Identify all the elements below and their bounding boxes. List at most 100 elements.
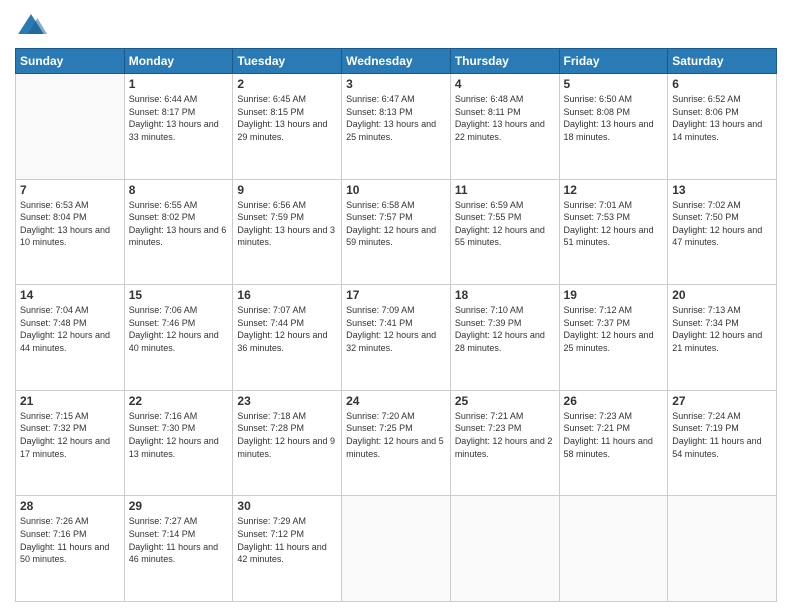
day-number: 18 (455, 288, 555, 302)
day-number: 11 (455, 183, 555, 197)
weekday-header-row: SundayMondayTuesdayWednesdayThursdayFrid… (16, 49, 777, 74)
calendar-cell: 24 Sunrise: 7:20 AMSunset: 7:25 PMDayligh… (342, 390, 451, 496)
day-number: 27 (672, 394, 772, 408)
day-info: Sunrise: 6:50 AMSunset: 8:08 PMDaylight:… (564, 93, 664, 143)
day-info: Sunrise: 6:44 AMSunset: 8:17 PMDaylight:… (129, 93, 229, 143)
day-info: Sunrise: 6:56 AMSunset: 7:59 PMDaylight:… (237, 199, 337, 249)
day-number: 14 (20, 288, 120, 302)
day-info: Sunrise: 7:13 AMSunset: 7:34 PMDaylight:… (672, 304, 772, 354)
day-number: 15 (129, 288, 229, 302)
day-number: 17 (346, 288, 446, 302)
day-number: 19 (564, 288, 664, 302)
weekday-header-saturday: Saturday (668, 49, 777, 74)
day-info: Sunrise: 6:52 AMSunset: 8:06 PMDaylight:… (672, 93, 772, 143)
day-info: Sunrise: 7:27 AMSunset: 7:14 PMDaylight:… (129, 515, 229, 565)
header (15, 10, 777, 42)
day-number: 13 (672, 183, 772, 197)
day-info: Sunrise: 7:02 AMSunset: 7:50 PMDaylight:… (672, 199, 772, 249)
day-number: 24 (346, 394, 446, 408)
calendar-cell: 26Sunrise: 7:23 AMSunset: 7:21 PMDayligh… (559, 390, 668, 496)
calendar-cell: 18 Sunrise: 7:10 AMSunset: 7:39 PMDayligh… (450, 285, 559, 391)
week-row-3: 21 Sunrise: 7:15 AMSunset: 7:32 PMDayligh… (16, 390, 777, 496)
day-number: 28 (20, 499, 120, 513)
day-number: 16 (237, 288, 337, 302)
week-row-4: 28 Sunrise: 7:26 AMSunset: 7:16 PMDayligh… (16, 496, 777, 602)
weekday-header-sunday: Sunday (16, 49, 125, 74)
day-info: Sunrise: 7:04 AMSunset: 7:48 PMDaylight:… (20, 304, 120, 354)
calendar-cell: 28 Sunrise: 7:26 AMSunset: 7:16 PMDayligh… (16, 496, 125, 602)
day-number: 29 (129, 499, 229, 513)
day-info: Sunrise: 7:01 AMSunset: 7:53 PMDaylight:… (564, 199, 664, 249)
weekday-header-wednesday: Wednesday (342, 49, 451, 74)
calendar-cell: 2 Sunrise: 6:45 AMSunset: 8:15 PMDaylight… (233, 74, 342, 180)
day-info: Sunrise: 7:24 AMSunset: 7:19 PMDaylight:… (672, 410, 772, 460)
calendar-cell (342, 496, 451, 602)
calendar-cell: 16Sunrise: 7:07 AMSunset: 7:44 PMDayligh… (233, 285, 342, 391)
calendar-cell: 25Sunrise: 7:21 AMSunset: 7:23 PMDayligh… (450, 390, 559, 496)
day-info: Sunrise: 6:45 AMSunset: 8:15 PMDaylight:… (237, 93, 337, 143)
day-number: 22 (129, 394, 229, 408)
day-info: Sunrise: 7:10 AMSunset: 7:39 PMDaylight:… (455, 304, 555, 354)
day-number: 30 (237, 499, 337, 513)
day-number: 2 (237, 77, 337, 91)
calendar-cell: 14 Sunrise: 7:04 AMSunset: 7:48 PMDayligh… (16, 285, 125, 391)
calendar-cell: 20 Sunrise: 7:13 AMSunset: 7:34 PMDayligh… (668, 285, 777, 391)
calendar-cell: 30Sunrise: 7:29 AMSunset: 7:12 PMDayligh… (233, 496, 342, 602)
day-info: Sunrise: 7:16 AMSunset: 7:30 PMDaylight:… (129, 410, 229, 460)
logo-icon (15, 10, 47, 42)
week-row-0: 1 Sunrise: 6:44 AMSunset: 8:17 PMDaylight… (16, 74, 777, 180)
day-number: 10 (346, 183, 446, 197)
week-row-2: 14 Sunrise: 7:04 AMSunset: 7:48 PMDayligh… (16, 285, 777, 391)
day-info: Sunrise: 7:26 AMSunset: 7:16 PMDaylight:… (20, 515, 120, 565)
day-info: Sunrise: 7:09 AMSunset: 7:41 PMDaylight:… (346, 304, 446, 354)
day-number: 23 (237, 394, 337, 408)
calendar-cell: 27 Sunrise: 7:24 AMSunset: 7:19 PMDayligh… (668, 390, 777, 496)
day-number: 25 (455, 394, 555, 408)
day-info: Sunrise: 7:18 AMSunset: 7:28 PMDaylight:… (237, 410, 337, 460)
page: SundayMondayTuesdayWednesdayThursdayFrid… (0, 0, 792, 612)
day-number: 26 (564, 394, 664, 408)
weekday-header-tuesday: Tuesday (233, 49, 342, 74)
calendar-cell: 9 Sunrise: 6:56 AMSunset: 7:59 PMDaylight… (233, 179, 342, 285)
day-number: 3 (346, 77, 446, 91)
calendar-cell: 10Sunrise: 6:58 AMSunset: 7:57 PMDayligh… (342, 179, 451, 285)
calendar-cell (16, 74, 125, 180)
calendar-cell: 23 Sunrise: 7:18 AMSunset: 7:28 PMDayligh… (233, 390, 342, 496)
calendar-cell: 3 Sunrise: 6:47 AMSunset: 8:13 PMDaylight… (342, 74, 451, 180)
day-number: 1 (129, 77, 229, 91)
day-number: 20 (672, 288, 772, 302)
day-number: 7 (20, 183, 120, 197)
calendar-cell: 8 Sunrise: 6:55 AMSunset: 8:02 PMDaylight… (124, 179, 233, 285)
weekday-header-friday: Friday (559, 49, 668, 74)
week-row-1: 7 Sunrise: 6:53 AMSunset: 8:04 PMDaylight… (16, 179, 777, 285)
day-number: 5 (564, 77, 664, 91)
day-number: 9 (237, 183, 337, 197)
calendar-cell: 19Sunrise: 7:12 AMSunset: 7:37 PMDayligh… (559, 285, 668, 391)
calendar-cell: 13 Sunrise: 7:02 AMSunset: 7:50 PMDayligh… (668, 179, 777, 285)
weekday-header-thursday: Thursday (450, 49, 559, 74)
calendar-table: SundayMondayTuesdayWednesdayThursdayFrid… (15, 48, 777, 602)
day-info: Sunrise: 7:15 AMSunset: 7:32 PMDaylight:… (20, 410, 120, 460)
day-info: Sunrise: 6:55 AMSunset: 8:02 PMDaylight:… (129, 199, 229, 249)
weekday-header-monday: Monday (124, 49, 233, 74)
calendar-cell: 17 Sunrise: 7:09 AMSunset: 7:41 PMDayligh… (342, 285, 451, 391)
calendar-cell: 29 Sunrise: 7:27 AMSunset: 7:14 PMDayligh… (124, 496, 233, 602)
logo (15, 10, 51, 42)
day-number: 21 (20, 394, 120, 408)
calendar-cell: 12 Sunrise: 7:01 AMSunset: 7:53 PMDayligh… (559, 179, 668, 285)
day-info: Sunrise: 6:48 AMSunset: 8:11 PMDaylight:… (455, 93, 555, 143)
calendar-cell (559, 496, 668, 602)
calendar-cell: 6Sunrise: 6:52 AMSunset: 8:06 PMDaylight… (668, 74, 777, 180)
day-number: 8 (129, 183, 229, 197)
calendar-cell (668, 496, 777, 602)
day-info: Sunrise: 6:47 AMSunset: 8:13 PMDaylight:… (346, 93, 446, 143)
calendar-cell: 21 Sunrise: 7:15 AMSunset: 7:32 PMDayligh… (16, 390, 125, 496)
day-info: Sunrise: 7:06 AMSunset: 7:46 PMDaylight:… (129, 304, 229, 354)
calendar-cell: 1 Sunrise: 6:44 AMSunset: 8:17 PMDaylight… (124, 74, 233, 180)
day-number: 4 (455, 77, 555, 91)
day-info: Sunrise: 7:20 AMSunset: 7:25 PMDaylight:… (346, 410, 446, 460)
day-info: Sunrise: 6:59 AMSunset: 7:55 PMDaylight:… (455, 199, 555, 249)
calendar-cell: 7 Sunrise: 6:53 AMSunset: 8:04 PMDaylight… (16, 179, 125, 285)
day-number: 12 (564, 183, 664, 197)
day-info: Sunrise: 6:53 AMSunset: 8:04 PMDaylight:… (20, 199, 120, 249)
